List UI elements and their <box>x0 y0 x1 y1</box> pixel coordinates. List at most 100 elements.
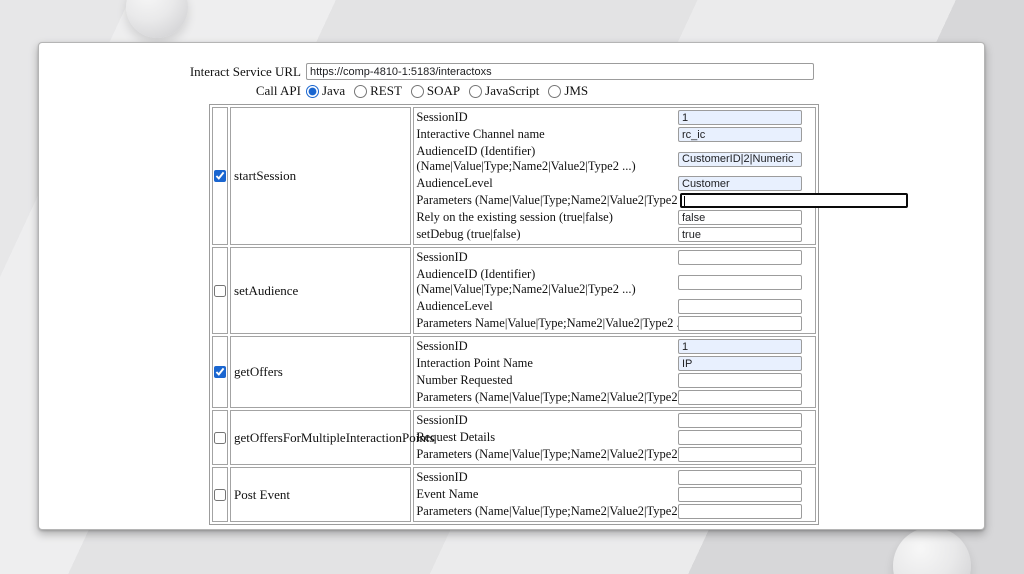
param-input[interactable] <box>678 227 802 242</box>
service-url-input[interactable] <box>306 63 814 80</box>
method-checkbox[interactable] <box>214 170 226 182</box>
method-name: getOffers <box>230 336 412 408</box>
param-input[interactable] <box>678 127 802 142</box>
method-checkbox-cell <box>212 410 229 465</box>
param-label: Event Name <box>416 487 479 501</box>
service-url-row: Interact Service URL <box>39 63 984 80</box>
param-label: setDebug (true|false) <box>416 227 521 241</box>
param-input[interactable] <box>678 151 802 167</box>
param-input[interactable] <box>678 504 802 519</box>
param-label: SessionID <box>416 110 468 124</box>
call-api-radio-rest[interactable] <box>354 84 368 98</box>
method-name: setAudience <box>230 247 412 334</box>
call-api-row: Call API Java REST SOAP JavaScript JMS <box>39 83 984 99</box>
method-checkbox-cell <box>212 107 229 245</box>
param-label: Interaction Point Name <box>416 356 533 370</box>
param-label: Parameters (Name|Value|Type;Name2|Value2… <box>416 193 680 207</box>
method-params-cell: SessionID Request Details Parameters (Name… <box>413 410 816 465</box>
param-label: SessionID <box>416 250 468 264</box>
param-label: AudienceID (Identifier) (Name|Value|Type… <box>416 144 636 173</box>
param-row: Parameters Name|Value|Type;Name2|Value2|… <box>416 315 815 332</box>
call-api-radio-soap[interactable] <box>410 84 424 98</box>
call-api-radio-label: Java <box>322 83 346 98</box>
method-name: startSession <box>230 107 412 245</box>
param-input[interactable] <box>678 356 802 371</box>
method-row: getOffers SessionID Interaction Point Name… <box>212 336 816 408</box>
call-api-option-soap[interactable]: SOAP <box>410 83 461 99</box>
method-checkbox-cell <box>212 467 229 522</box>
param-label: Parameters Name|Value|Type;Name2|Value2|… <box>416 316 678 330</box>
param-row: setDebug (true|false) <box>416 226 815 243</box>
call-api-option-rest[interactable]: REST <box>354 83 402 99</box>
call-api-option-jms[interactable]: JMS <box>548 83 588 99</box>
method-row: setAudience SessionID AudienceID (Identifi… <box>212 247 816 334</box>
param-input[interactable] <box>678 390 802 405</box>
param-row: AudienceLevel <box>416 175 815 192</box>
call-api-radio-java[interactable] <box>306 84 319 98</box>
param-row: AudienceLevel <box>416 298 815 315</box>
param-label: SessionID <box>416 339 468 353</box>
param-label: Parameters (Name|Value|Type;Name2|Value2… <box>416 390 678 404</box>
method-checkbox-cell <box>212 336 229 408</box>
call-api-radio-label: SOAP <box>426 83 461 98</box>
param-input[interactable] <box>678 316 802 331</box>
param-input[interactable] <box>678 447 802 462</box>
param-input[interactable] <box>678 413 802 428</box>
param-input[interactable] <box>678 430 802 445</box>
call-api-radio-label: REST <box>370 83 402 98</box>
param-label: AudienceLevel <box>416 299 493 313</box>
call-api-radio-label: JMS <box>564 83 589 98</box>
param-input[interactable] <box>678 339 802 354</box>
param-label: SessionID <box>416 470 468 484</box>
param-label: SessionID <box>416 413 468 427</box>
param-input[interactable] <box>678 176 802 191</box>
param-input[interactable] <box>678 274 802 290</box>
param-input[interactable] <box>678 250 802 265</box>
method-checkbox[interactable] <box>214 284 226 297</box>
param-row: Parameters (Name|Value|Type;Name2|Value2… <box>416 503 815 520</box>
method-params-cell: SessionID Interactive Channel name Audienc… <box>413 107 908 245</box>
param-row: Interaction Point Name <box>416 355 815 372</box>
param-input[interactable] <box>680 193 908 208</box>
method-name: Post Event <box>230 467 412 522</box>
param-input[interactable] <box>678 110 802 125</box>
method-row: getOffersForMultipleInteractionPoints Ses… <box>212 410 816 465</box>
param-row: Number Requested <box>416 372 815 389</box>
param-input[interactable] <box>678 210 802 225</box>
call-api-radio-javascript[interactable] <box>469 84 483 98</box>
param-label: Interactive Channel name <box>416 127 545 141</box>
param-row: Rely on the existing session (true|false… <box>416 209 815 226</box>
param-row: Request Details <box>416 429 815 446</box>
call-api-option-javascript[interactable]: JavaScript <box>469 83 539 99</box>
method-params-cell: SessionID AudienceID (Identifier) (Name|V… <box>413 247 816 334</box>
param-label: Parameters (Name|Value|Type;Name2|Value2… <box>416 447 678 461</box>
param-input[interactable] <box>678 487 802 502</box>
param-row: AudienceID (Identifier) (Name|Value|Type… <box>416 143 815 175</box>
param-row: SessionID <box>416 109 815 126</box>
call-api-radio-jms[interactable] <box>548 84 562 98</box>
param-row: SessionID <box>416 412 815 429</box>
param-row: SessionID <box>416 469 815 486</box>
call-api-option-java[interactable]: Java <box>306 83 345 99</box>
method-params-cell: SessionID Interaction Point Name Number Re… <box>413 336 816 408</box>
method-checkbox[interactable] <box>214 366 226 378</box>
param-row: Parameters (Name|Value|Type;Name2|Value2… <box>416 446 815 463</box>
method-row: startSession SessionID Interactive Channel… <box>212 107 908 245</box>
desktop-background: Interact Service URL Call API Java REST SO… <box>0 0 1024 574</box>
param-label: Parameters (Name|Value|Type;Name2|Value2… <box>416 504 678 518</box>
call-api-label: Call API <box>255 83 301 98</box>
methods-table: startSession SessionID Interactive Channel… <box>209 104 908 525</box>
param-row: Parameters (Name|Value|Type;Name2|Value2… <box>416 192 908 209</box>
param-row: AudienceID (Identifier) (Name|Value|Type… <box>416 266 815 298</box>
param-label: Request Details <box>416 430 496 444</box>
method-checkbox[interactable] <box>214 431 226 444</box>
param-input[interactable] <box>678 470 802 485</box>
param-label: Number Requested <box>416 373 513 387</box>
param-input[interactable] <box>678 373 802 388</box>
method-row: Post Event SessionID Event Name Parameters … <box>212 467 816 522</box>
param-input[interactable] <box>678 299 802 314</box>
method-checkbox[interactable] <box>214 488 226 501</box>
method-checkbox-cell <box>212 247 229 334</box>
call-api-radio-group: Java REST SOAP JavaScript JMS <box>306 83 597 99</box>
param-row: Event Name <box>416 486 815 503</box>
